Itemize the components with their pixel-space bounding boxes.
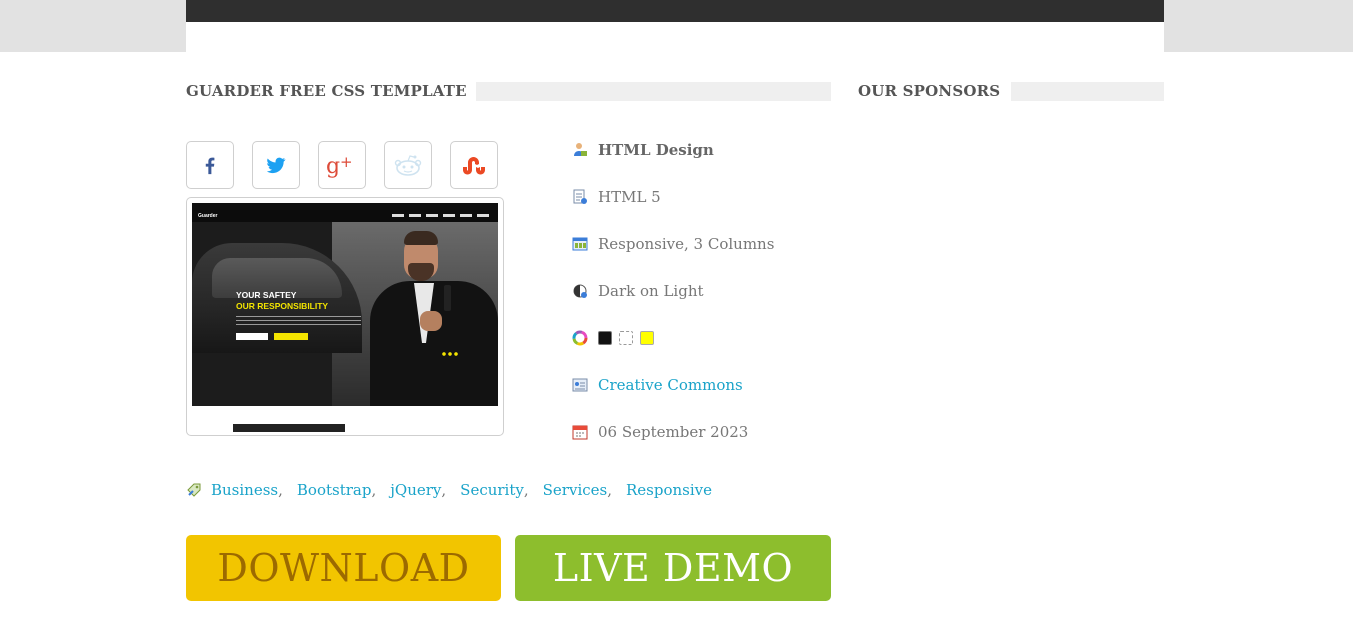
spec-colors: [572, 326, 661, 350]
google-plus-icon: g +: [326, 153, 353, 178]
spec-version: HTML 5: [572, 185, 661, 209]
license-link[interactable]: Creative Commons: [598, 376, 743, 394]
live-demo-button[interactable]: LIVE DEMO: [515, 535, 831, 601]
preview-headline-1: YOUR SAFTEY: [236, 290, 297, 300]
preview-headline-2: OUR RESPONSIBILITY: [236, 301, 329, 311]
header-bar: [186, 0, 1164, 22]
share-reddit-button[interactable]: [384, 141, 432, 189]
sponsors-title: OUR SPONSORS: [858, 82, 1001, 100]
spec-date: 06 September 2023: [572, 420, 748, 444]
license-icon: [572, 378, 588, 392]
layout-icon: [572, 237, 588, 251]
share-facebook-button[interactable]: [186, 141, 234, 189]
tag-services[interactable]: Services: [543, 481, 608, 499]
title-divider: [476, 82, 831, 101]
color-swatch-dark: [598, 331, 612, 345]
color-swatch-light: [619, 331, 633, 345]
tag-list: Business, Bootstrap, jQuery, Security, S…: [186, 479, 712, 501]
facebook-icon: [205, 157, 215, 175]
template-preview[interactable]: Guarder YOUR SAFTEY OUR RESPONSIBILITY: [186, 197, 504, 436]
preview-screenshot: Guarder YOUR SAFTEY OUR RESPONSIBILITY: [192, 203, 498, 406]
tag-security[interactable]: Security: [460, 481, 524, 499]
calendar-icon: [572, 425, 588, 440]
stumbleupon-icon: [463, 157, 485, 175]
spec-layout: Responsive, 3 Columns: [572, 232, 774, 256]
spec-license: Creative Commons: [572, 373, 743, 397]
tag-jquery[interactable]: jQuery: [390, 481, 441, 499]
preview-slider-dots: [442, 352, 458, 356]
preview-person: [370, 281, 498, 406]
color-swatch-yellow: [640, 331, 654, 345]
svg-text:+: +: [340, 153, 353, 171]
share-twitter-button[interactable]: [252, 141, 300, 189]
download-button[interactable]: DOWNLOAD: [186, 535, 501, 601]
spec-theme: Dark on Light: [572, 279, 704, 303]
tag-responsive[interactable]: Responsive: [626, 481, 712, 499]
reddit-icon: [394, 155, 422, 176]
contrast-icon: [573, 284, 587, 298]
share-google-plus-button[interactable]: g +: [318, 141, 366, 189]
header-spacer: [186, 22, 1164, 52]
svg-text:g: g: [326, 154, 340, 178]
designer-icon: [574, 143, 587, 156]
html-file-icon: [573, 189, 587, 204]
preview-logo: Guarder: [198, 213, 218, 219]
share-stumbleupon-button[interactable]: [450, 141, 498, 189]
tag-icon: [187, 483, 201, 497]
twitter-icon: [266, 157, 286, 174]
sponsors-divider: [1011, 82, 1164, 101]
tag-business[interactable]: Business: [211, 481, 278, 499]
color-wheel-icon: [572, 330, 588, 346]
spec-design: HTML Design: [572, 138, 714, 162]
tag-bootstrap[interactable]: Bootstrap: [297, 481, 372, 499]
template-title: GUARDER FREE CSS TEMPLATE: [186, 82, 467, 100]
